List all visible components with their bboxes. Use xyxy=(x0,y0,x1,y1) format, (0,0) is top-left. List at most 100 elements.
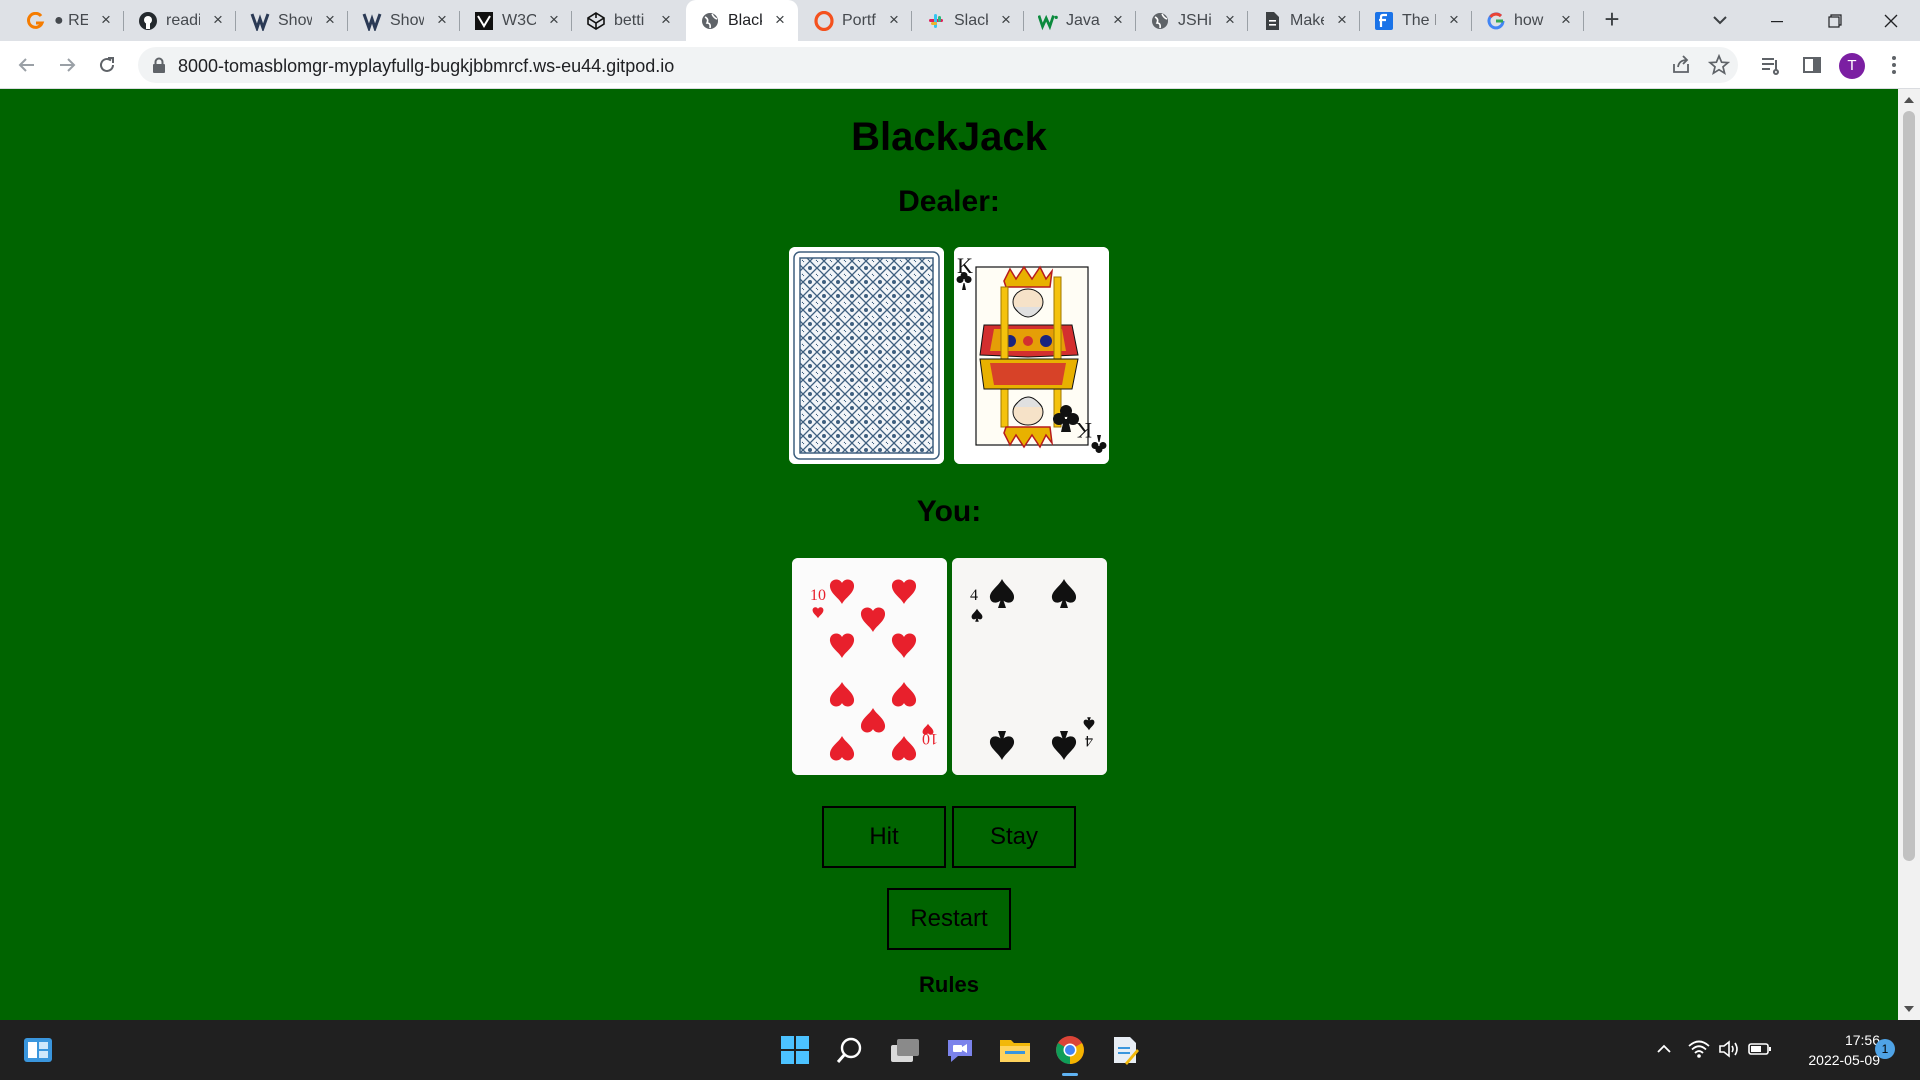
tab-portfolio[interactable]: Portf × xyxy=(800,0,912,41)
lock-icon xyxy=(152,57,166,78)
stay-button[interactable]: Stay xyxy=(952,806,1076,868)
scrollbar-thumb[interactable] xyxy=(1903,111,1915,861)
battery-icon[interactable] xyxy=(1748,1040,1772,1063)
svg-text:4: 4 xyxy=(970,587,978,604)
close-icon[interactable]: × xyxy=(998,11,1014,28)
notepad-icon[interactable] xyxy=(1105,1030,1145,1070)
svg-text:10: 10 xyxy=(810,587,826,604)
scroll-down-arrow-icon[interactable] xyxy=(1904,1006,1914,1012)
tab-slack[interactable]: Slack × xyxy=(912,0,1024,41)
address-bar[interactable]: 8000-tomasblomgr-myplayfullg-bugkjbbmrcf… xyxy=(138,47,1738,83)
tab-label: Slack xyxy=(954,11,988,29)
reading-list-icon[interactable] xyxy=(1757,51,1785,79)
dealer-heading: Dealer: xyxy=(898,185,1000,218)
tab-jshint[interactable]: JSHin × xyxy=(1136,0,1248,41)
tab-google-how[interactable]: how × xyxy=(1472,0,1584,41)
windows-start-icon[interactable] xyxy=(775,1030,815,1070)
reload-icon[interactable] xyxy=(93,51,121,79)
restart-button[interactable]: Restart xyxy=(887,888,1011,950)
tab-javascript[interactable]: Javas × xyxy=(1024,0,1136,41)
tab-betting[interactable]: betti × xyxy=(572,0,684,41)
w-green-icon xyxy=(1038,11,1058,31)
bv-icon xyxy=(250,11,270,31)
restore-icon[interactable] xyxy=(1806,0,1864,41)
minimize-icon[interactable] xyxy=(1748,0,1806,41)
close-icon[interactable]: × xyxy=(210,11,226,28)
widgets-icon[interactable] xyxy=(18,1030,58,1070)
dealer-card-king-clubs: K K xyxy=(954,247,1109,464)
new-tab-plus-icon[interactable]: + xyxy=(1598,6,1626,34)
tab-the[interactable]: The I × xyxy=(1360,0,1472,41)
close-icon[interactable]: × xyxy=(546,11,562,28)
active-app-indicator xyxy=(1062,1073,1078,1076)
tab-label: W3C xyxy=(502,11,536,29)
tab-readme[interactable]: ● RE × xyxy=(12,0,124,41)
tab-make[interactable]: Make × xyxy=(1248,0,1360,41)
wifi-icon[interactable] xyxy=(1688,1040,1710,1063)
volume-icon[interactable] xyxy=(1718,1040,1740,1063)
notification-badge[interactable]: 1 xyxy=(1875,1039,1895,1059)
opera-icon xyxy=(814,10,834,31)
chrome-icon[interactable] xyxy=(1050,1030,1090,1070)
close-icon[interactable]: × xyxy=(1558,11,1574,28)
tab-blackjack[interactable]: Black × xyxy=(686,0,798,41)
close-icon[interactable]: × xyxy=(1446,11,1462,28)
rules-heading[interactable]: Rules xyxy=(0,972,1898,998)
close-icon[interactable]: × xyxy=(322,11,338,28)
g-orange-icon xyxy=(26,11,46,31)
browser-toolbar: 8000-tomasblomgr-myplayfullg-bugkjbbmrcf… xyxy=(0,41,1920,89)
close-icon[interactable]: × xyxy=(434,11,450,28)
player-heading: You: xyxy=(916,495,982,528)
close-icon[interactable]: × xyxy=(658,11,674,28)
tab-strip: ● RE × readi × Show × Show × W3C × xyxy=(0,0,1920,41)
close-icon[interactable]: × xyxy=(772,11,788,28)
game-page: BlackJack Dealer: K K You: 10 10 4 4 Hit… xyxy=(0,89,1898,1020)
github-icon xyxy=(138,11,158,31)
close-icon[interactable]: × xyxy=(886,11,902,28)
tab-label: The I xyxy=(1402,11,1436,29)
url-text: 8000-tomasblomgr-myplayfullg-bugkjbbmrcf… xyxy=(178,56,675,76)
tab-w3c[interactable]: W3C × xyxy=(460,0,572,41)
teams-chat-icon[interactable] xyxy=(940,1030,980,1070)
close-icon[interactable]: × xyxy=(1110,11,1126,28)
search-icon[interactable] xyxy=(830,1030,870,1070)
codepen-icon xyxy=(586,11,606,31)
tab-github[interactable]: readi × xyxy=(124,0,236,41)
tab-show-1[interactable]: Show × xyxy=(236,0,348,41)
player-card-ten-hearts: 10 10 xyxy=(792,558,947,775)
tab-label: readi xyxy=(166,11,200,29)
bookmark-star-icon[interactable] xyxy=(1707,53,1731,81)
scroll-up-arrow-icon[interactable] xyxy=(1904,97,1914,103)
back-arrow-icon[interactable] xyxy=(13,51,41,79)
slack-icon xyxy=(926,11,946,31)
system-clock[interactable]: 17:56 2022-05-09 xyxy=(1780,1030,1880,1070)
file-explorer-icon[interactable] xyxy=(995,1030,1035,1070)
doc-icon xyxy=(1262,11,1282,31)
close-icon[interactable]: × xyxy=(1334,11,1350,28)
bv-icon xyxy=(362,11,382,31)
tab-label: how xyxy=(1514,11,1544,29)
side-panel-icon[interactable] xyxy=(1798,51,1826,79)
share-icon[interactable] xyxy=(1670,54,1692,81)
task-view-icon[interactable] xyxy=(885,1030,925,1070)
tab-label: Javas xyxy=(1066,11,1100,29)
forward-arrow-icon[interactable] xyxy=(53,51,81,79)
clock-date: 2022-05-09 xyxy=(1808,1052,1880,1068)
tab-label: Make xyxy=(1290,11,1324,29)
profile-avatar[interactable]: T xyxy=(1839,53,1865,79)
tab-label: JSHin xyxy=(1178,11,1212,29)
chevron-up-icon[interactable] xyxy=(1655,1040,1673,1063)
chevron-down-icon[interactable] xyxy=(1708,8,1732,32)
globe-icon xyxy=(1150,11,1170,31)
hit-button[interactable]: Hit xyxy=(822,806,946,868)
close-icon[interactable]: × xyxy=(98,11,114,28)
window-close-icon[interactable] xyxy=(1862,0,1920,41)
tab-label: Portf xyxy=(842,11,876,29)
close-icon[interactable]: × xyxy=(1222,11,1238,28)
svg-text:K: K xyxy=(1076,418,1092,443)
page-scrollbar[interactable] xyxy=(1898,89,1920,1020)
menu-kebab-icon[interactable] xyxy=(1880,51,1908,79)
dealer-card-back xyxy=(789,247,944,464)
globe-icon xyxy=(700,11,720,31)
tab-show-2[interactable]: Show × xyxy=(348,0,460,41)
